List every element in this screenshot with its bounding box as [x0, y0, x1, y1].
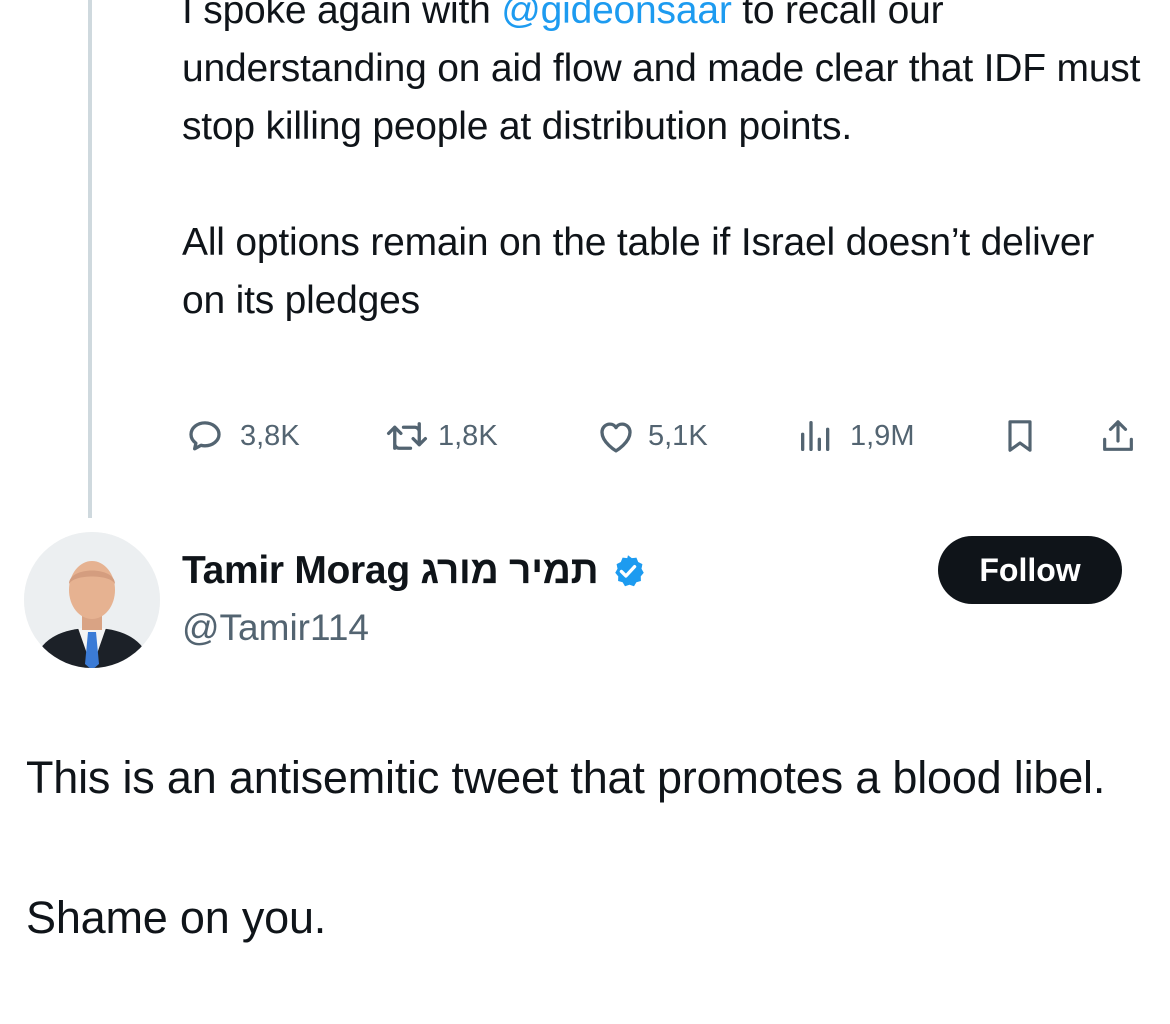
verified-badge-icon	[615, 555, 645, 587]
quoted-tweet-paragraph-2: All options remain on the table if Israe…	[182, 221, 1095, 322]
quoted-tweet-paragraph-1: I spoke again with @gideonsaar to recall…	[182, 0, 1142, 156]
repost-icon	[386, 422, 428, 450]
author-handle[interactable]: @Tamir114	[182, 602, 369, 654]
reply-count: 3,8K	[240, 419, 300, 452]
quoted-text-before-mention: I spoke again with	[182, 0, 502, 32]
avatar[interactable]	[24, 532, 160, 668]
like-count: 5,1K	[648, 419, 708, 452]
author-display-name[interactable]: Tamir Morag תמיר מורג	[182, 549, 599, 593]
share-icon	[1103, 420, 1133, 451]
quoted-tweet-text: I spoke again with @gideonsaar to recall…	[182, 0, 1142, 330]
reply-tweet-text: This is an antisemitic tweet that promot…	[26, 746, 1146, 950]
bookmark-button[interactable]	[1000, 412, 1040, 460]
share-button[interactable]	[1098, 412, 1138, 460]
reply-paragraph-2: Shame on you.	[26, 892, 327, 943]
repost-count: 1,8K	[438, 419, 498, 452]
profile-photo-icon	[24, 532, 160, 668]
reply-button[interactable]: 3,8K	[184, 412, 300, 460]
like-icon	[600, 422, 632, 453]
author-name-row: Tamir Morag תמיר מורג	[182, 542, 646, 600]
follow-button[interactable]: Follow	[938, 536, 1122, 604]
bookmark-icon	[1008, 420, 1032, 452]
reply-icon	[189, 421, 221, 451]
views-count: 1,9M	[850, 419, 915, 452]
mention-link[interactable]: @gideonsaar	[501, 0, 732, 32]
tweet-action-bar: 3,8K 1,8K 5,1K 1,9M	[184, 412, 1144, 460]
views-button[interactable]: 1,9M	[796, 412, 914, 460]
repost-button[interactable]: 1,8K	[384, 412, 498, 460]
views-icon	[801, 421, 830, 451]
thread-connector-line	[88, 0, 92, 518]
like-button[interactable]: 5,1K	[594, 412, 708, 460]
reply-paragraph-1: This is an antisemitic tweet that promot…	[26, 752, 1106, 803]
